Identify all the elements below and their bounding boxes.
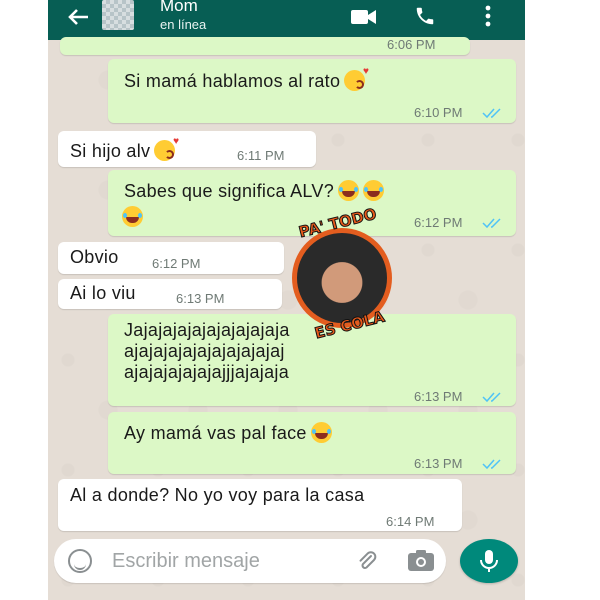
message-text-line: ajajajajajajajjjajajaja: [124, 362, 290, 382]
message-time: 6:12 PM: [152, 256, 201, 271]
laughing-tears-emoji-icon: [363, 180, 385, 201]
microphone-icon: [480, 550, 498, 572]
message-input-bar: [54, 539, 446, 583]
message-bubble-incoming[interactable]: Al a donde? No yo voy para la casa 6:14 …: [58, 479, 462, 531]
kissing-face-emoji-icon: [344, 66, 369, 91]
paperclip-icon[interactable]: [356, 550, 378, 572]
message-bubble-outgoing[interactable]: 6:06 PM: [60, 37, 470, 55]
message-bubble-outgoing[interactable]: Si mamá hablamos al rato 6:10 PM: [108, 59, 516, 123]
message-time: 6:11 PM: [237, 148, 285, 163]
camera-icon[interactable]: [407, 550, 435, 572]
message-time: 6:13 PM: [414, 389, 463, 404]
contact-name[interactable]: Mom: [160, 0, 198, 16]
laughing-tears-emoji-icon: [122, 206, 143, 227]
message-time: 6:06 PM: [387, 37, 436, 52]
message-time: 6:14 PM: [386, 514, 435, 529]
more-vertical-icon[interactable]: [485, 5, 491, 27]
message-text: Si mamá hablamos al rato: [124, 66, 369, 92]
kissing-face-emoji-icon: [154, 136, 179, 161]
message-text: Al a donde? No yo voy para la casa: [70, 485, 365, 505]
mic-button[interactable]: [460, 539, 518, 583]
double-check-read-icon: [482, 459, 501, 470]
message-text-line: ajajajajajajajajajajaj: [124, 341, 285, 361]
message-text: Ai lo viu: [70, 283, 136, 303]
video-camera-icon[interactable]: [351, 9, 377, 25]
phone-icon[interactable]: [414, 5, 436, 27]
message-input[interactable]: [112, 547, 332, 575]
message-text: Sabes que significa ALV?: [124, 180, 385, 202]
chat-header: Mom en línea: [48, 0, 525, 40]
message-text: Obvio: [70, 247, 119, 267]
message-time: 6:10 PM: [414, 105, 463, 120]
watermark-sticker: PA' TODO ES COLA: [254, 204, 434, 344]
laughing-tears-emoji-icon: [310, 422, 332, 443]
laughing-tears-emoji-icon: [338, 180, 360, 201]
back-arrow-icon[interactable]: [66, 6, 90, 33]
message-bubble-incoming[interactable]: Obvio 6:12 PM: [58, 242, 284, 274]
double-check-read-icon: [482, 108, 501, 119]
message-bubble-incoming[interactable]: Ai lo viu 6:13 PM: [58, 279, 282, 309]
message-bubble-incoming[interactable]: Si hijo alv 6:11 PM: [58, 131, 316, 167]
message-text: Si hijo alv: [70, 136, 179, 162]
contact-avatar[interactable]: [102, 0, 134, 30]
message-bubble-outgoing[interactable]: Ay mamá vas pal face 6:13 PM: [108, 412, 516, 474]
double-check-read-icon: [482, 392, 501, 403]
double-check-read-icon: [482, 218, 501, 229]
smiley-icon[interactable]: [68, 549, 92, 573]
message-time: 6:13 PM: [414, 456, 463, 471]
chat-screen: Mom en línea 6:06 PM Si mamá hablamos al…: [48, 0, 525, 600]
contact-status: en línea: [160, 17, 207, 32]
message-text: Ay mamá vas pal face: [124, 422, 332, 444]
message-time: 6:13 PM: [176, 291, 225, 306]
